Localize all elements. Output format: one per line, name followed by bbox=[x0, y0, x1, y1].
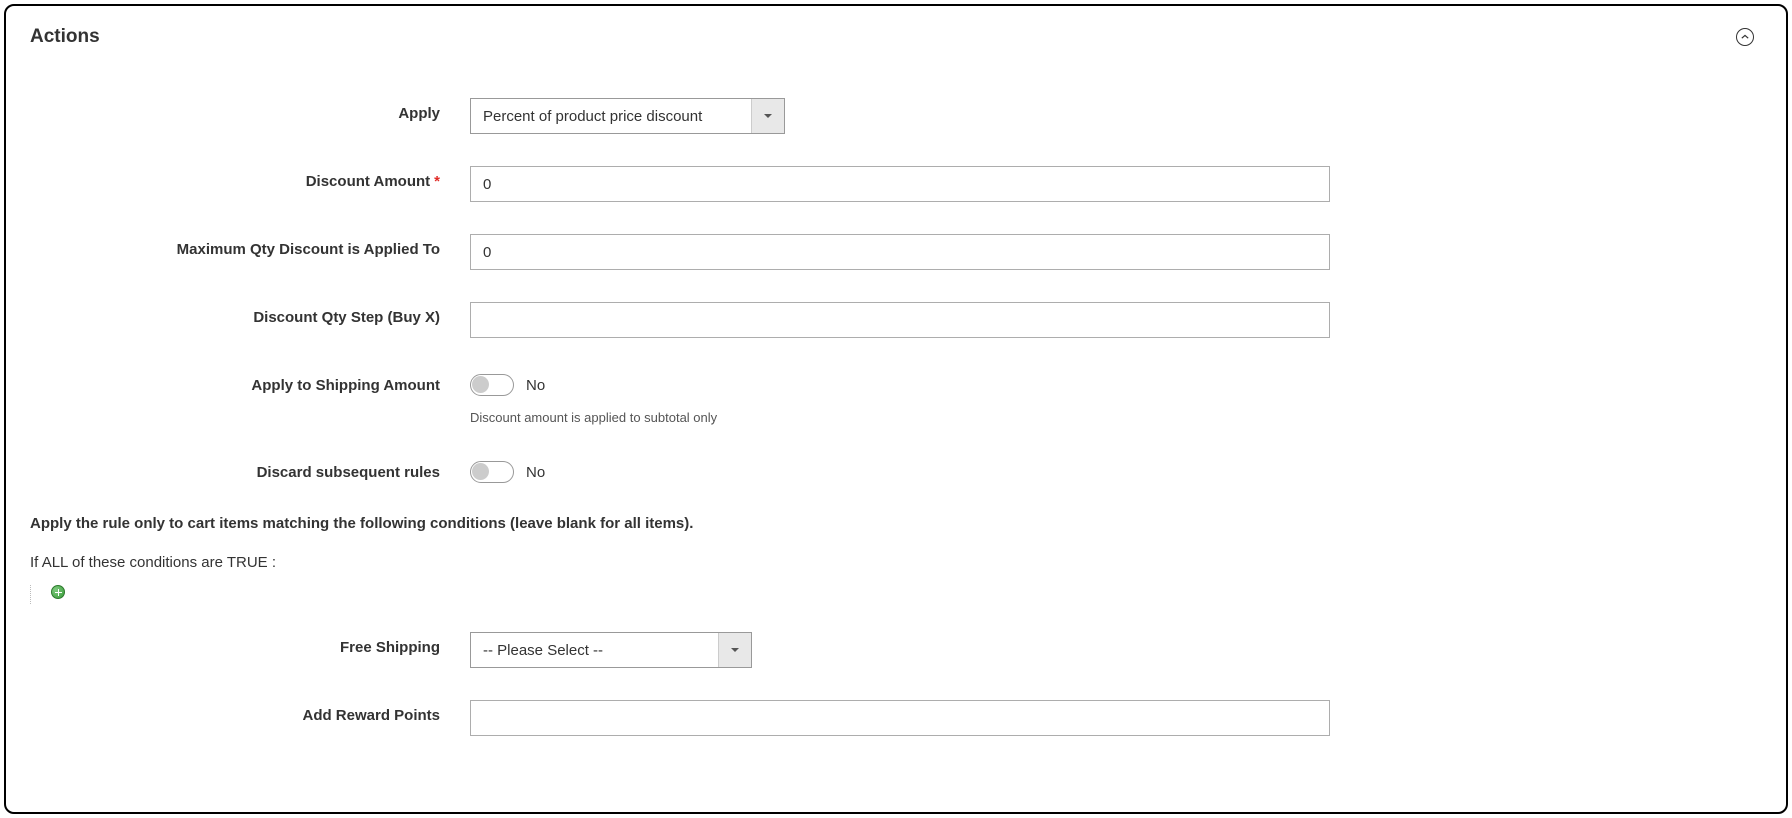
collapse-panel-button[interactable] bbox=[1736, 28, 1754, 46]
panel-title: Actions bbox=[30, 26, 100, 48]
conditions-value[interactable]: TRUE bbox=[227, 554, 268, 571]
toggle-knob bbox=[472, 463, 489, 480]
add-condition-button[interactable] bbox=[51, 585, 65, 599]
qty-step-row: Discount Qty Step (Buy X) bbox=[30, 302, 1762, 338]
discard-rules-row: Discard subsequent rules No bbox=[30, 457, 1762, 483]
reward-points-label: Add Reward Points bbox=[30, 700, 470, 724]
chevron-up-icon bbox=[1741, 33, 1749, 41]
discard-rules-label: Discard subsequent rules bbox=[30, 457, 470, 481]
conditions-section: Apply the rule only to cart items matchi… bbox=[30, 515, 1762, 604]
discard-rules-state: No bbox=[526, 464, 545, 481]
reward-points-row: Add Reward Points bbox=[30, 700, 1762, 736]
chevron-down-icon bbox=[718, 633, 751, 667]
free-shipping-label: Free Shipping bbox=[30, 632, 470, 656]
chevron-down-icon bbox=[751, 99, 784, 133]
panel-header: Actions bbox=[30, 26, 1762, 48]
qty-step-input[interactable] bbox=[470, 302, 1330, 338]
discard-rules-toggle[interactable] bbox=[470, 461, 514, 483]
apply-shipping-help: Discount amount is applied to subtotal o… bbox=[470, 410, 717, 425]
max-qty-label: Maximum Qty Discount is Applied To bbox=[30, 234, 470, 258]
apply-shipping-toggle[interactable] bbox=[470, 374, 514, 396]
discount-amount-row: Discount Amount* bbox=[30, 166, 1762, 202]
discount-amount-input[interactable] bbox=[470, 166, 1330, 202]
discount-amount-label: Discount Amount* bbox=[30, 166, 470, 190]
conditions-title: Apply the rule only to cart items matchi… bbox=[30, 515, 1762, 532]
apply-shipping-state: No bbox=[526, 377, 545, 394]
actions-panel: Actions Apply Percent of product price d… bbox=[4, 4, 1788, 814]
conditions-aggregator[interactable]: ALL bbox=[42, 554, 68, 571]
required-asterisk: * bbox=[434, 173, 440, 190]
free-shipping-select[interactable]: -- Please Select -- bbox=[470, 632, 752, 668]
apply-shipping-label: Apply to Shipping Amount bbox=[30, 370, 470, 394]
apply-select-value: Percent of product price discount bbox=[471, 99, 751, 133]
reward-points-input[interactable] bbox=[470, 700, 1330, 736]
apply-label: Apply bbox=[30, 98, 470, 122]
free-shipping-select-value: -- Please Select -- bbox=[471, 633, 718, 667]
apply-row: Apply Percent of product price discount bbox=[30, 98, 1762, 134]
qty-step-label: Discount Qty Step (Buy X) bbox=[30, 302, 470, 326]
apply-select[interactable]: Percent of product price discount bbox=[470, 98, 785, 134]
toggle-knob bbox=[472, 376, 489, 393]
apply-shipping-row: Apply to Shipping Amount No Discount amo… bbox=[30, 370, 1762, 425]
max-qty-input[interactable] bbox=[470, 234, 1330, 270]
free-shipping-row: Free Shipping -- Please Select -- bbox=[30, 632, 1762, 668]
conditions-tree bbox=[30, 585, 1762, 604]
conditions-line: If ALL of these conditions are TRUE : bbox=[30, 554, 1762, 571]
max-qty-row: Maximum Qty Discount is Applied To bbox=[30, 234, 1762, 270]
